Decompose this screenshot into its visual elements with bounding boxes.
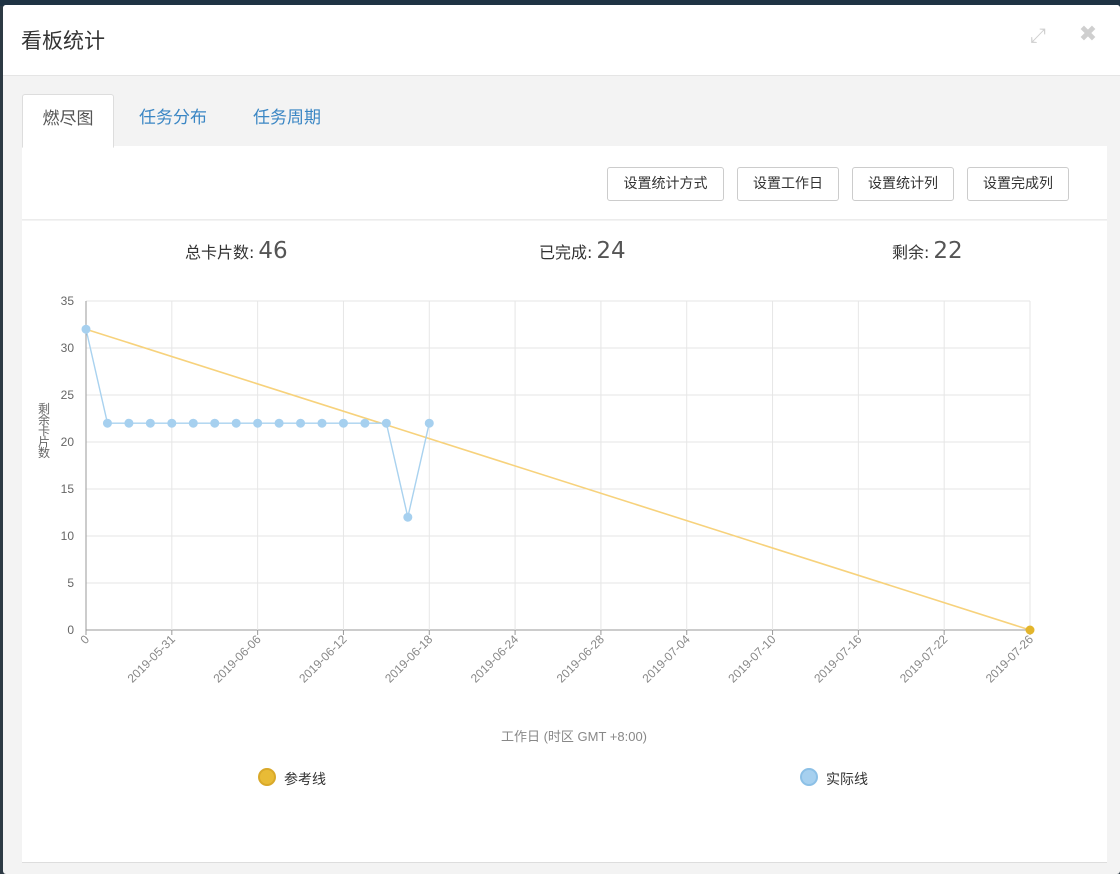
actual-point bbox=[381, 418, 391, 428]
close-icon[interactable]: ✖ bbox=[1076, 23, 1100, 47]
x-tick-label: 2019-06-24 bbox=[468, 632, 522, 686]
dialog-header: 看板统计 ⤢ ✖ bbox=[3, 5, 1120, 76]
actual-point bbox=[81, 324, 91, 334]
legend-reference-marker bbox=[258, 768, 276, 786]
actual-point bbox=[424, 418, 434, 428]
actual-point bbox=[167, 418, 177, 428]
set-done-column-button[interactable]: 设置完成列 bbox=[967, 167, 1069, 201]
tab-task-cycle[interactable]: 任务周期 bbox=[242, 94, 332, 146]
y-tick-label: 15 bbox=[61, 482, 75, 496]
y-tick-label: 0 bbox=[67, 623, 74, 637]
y-axis-label-char: 数 bbox=[38, 445, 50, 460]
x-tick-label: 2019-06-28 bbox=[554, 632, 608, 686]
toolbar: 设置统计方式 设置工作日 设置统计列 设置完成列 bbox=[22, 146, 1107, 220]
legend-actual-marker bbox=[800, 768, 818, 786]
actual-point bbox=[188, 418, 198, 428]
x-tick-label: 0 bbox=[77, 632, 92, 647]
dialog-title: 看板统计 bbox=[21, 29, 105, 53]
set-method-button[interactable]: 设置统计方式 bbox=[607, 167, 724, 201]
actual-point bbox=[296, 418, 306, 428]
actual-point bbox=[274, 418, 284, 428]
actual-point bbox=[102, 418, 112, 428]
x-tick-label: 2019-07-04 bbox=[640, 632, 694, 686]
actual-point bbox=[403, 512, 413, 522]
x-tick-label: 2019-07-16 bbox=[811, 632, 865, 686]
x-tick-label: 2019-06-12 bbox=[296, 632, 350, 686]
x-axis-label: 工作日 (时区 GMT +8:00) bbox=[501, 729, 647, 744]
actual-point bbox=[317, 418, 327, 428]
actual-point bbox=[145, 418, 155, 428]
y-tick-label: 10 bbox=[61, 529, 75, 543]
legend-reference-label: 参考线 bbox=[284, 772, 326, 788]
y-tick-label: 20 bbox=[61, 435, 75, 449]
legend-reference[interactable]: 参考线 bbox=[258, 768, 326, 789]
x-tick-label: 2019-07-10 bbox=[725, 632, 779, 686]
actual-point bbox=[253, 418, 263, 428]
x-tick-label: 2019-07-22 bbox=[897, 632, 951, 686]
set-workday-button[interactable]: 设置工作日 bbox=[737, 167, 839, 201]
tab-burndown[interactable]: 燃尽图 bbox=[22, 94, 114, 148]
actual-point bbox=[360, 418, 370, 428]
legend-actual-label: 实际线 bbox=[826, 772, 868, 788]
reference-line bbox=[85, 328, 1031, 631]
x-tick-label: 2019-05-31 bbox=[125, 632, 179, 686]
expand-icon[interactable]: ⤢ bbox=[1026, 23, 1050, 47]
y-tick-label: 5 bbox=[67, 576, 74, 590]
actual-point bbox=[124, 418, 134, 428]
x-tick-label: 2019-07-26 bbox=[983, 632, 1037, 686]
y-tick-label: 30 bbox=[61, 341, 75, 355]
y-tick-label: 35 bbox=[61, 294, 75, 308]
y-tick-label: 25 bbox=[61, 388, 75, 402]
actual-point bbox=[210, 418, 220, 428]
tab-task-distribution[interactable]: 任务分布 bbox=[128, 94, 218, 146]
x-tick-label: 2019-06-06 bbox=[210, 632, 264, 686]
x-tick-label: 2019-06-18 bbox=[382, 632, 436, 686]
actual-point bbox=[231, 418, 241, 428]
actual-point bbox=[338, 418, 348, 428]
chart-panel: 总卡片数: 46 已完成: 24 剩余: 22 0 5 10 15 20 25 30 35 0 2019… bbox=[22, 221, 1107, 863]
burndown-chart: 0 5 10 15 20 25 30 35 0 2019-05-31 2019-06-06 2019-… bbox=[38, 294, 1037, 744]
set-columns-button[interactable]: 设置统计列 bbox=[852, 167, 954, 201]
legend-actual[interactable]: 实际线 bbox=[800, 768, 868, 789]
statistics-dialog: 看板统计 ⤢ ✖ 燃尽图 任务分布 任务周期 设置统计方式 设置工作日 设置统计… bbox=[3, 5, 1120, 874]
reference-end-point bbox=[1025, 625, 1035, 635]
